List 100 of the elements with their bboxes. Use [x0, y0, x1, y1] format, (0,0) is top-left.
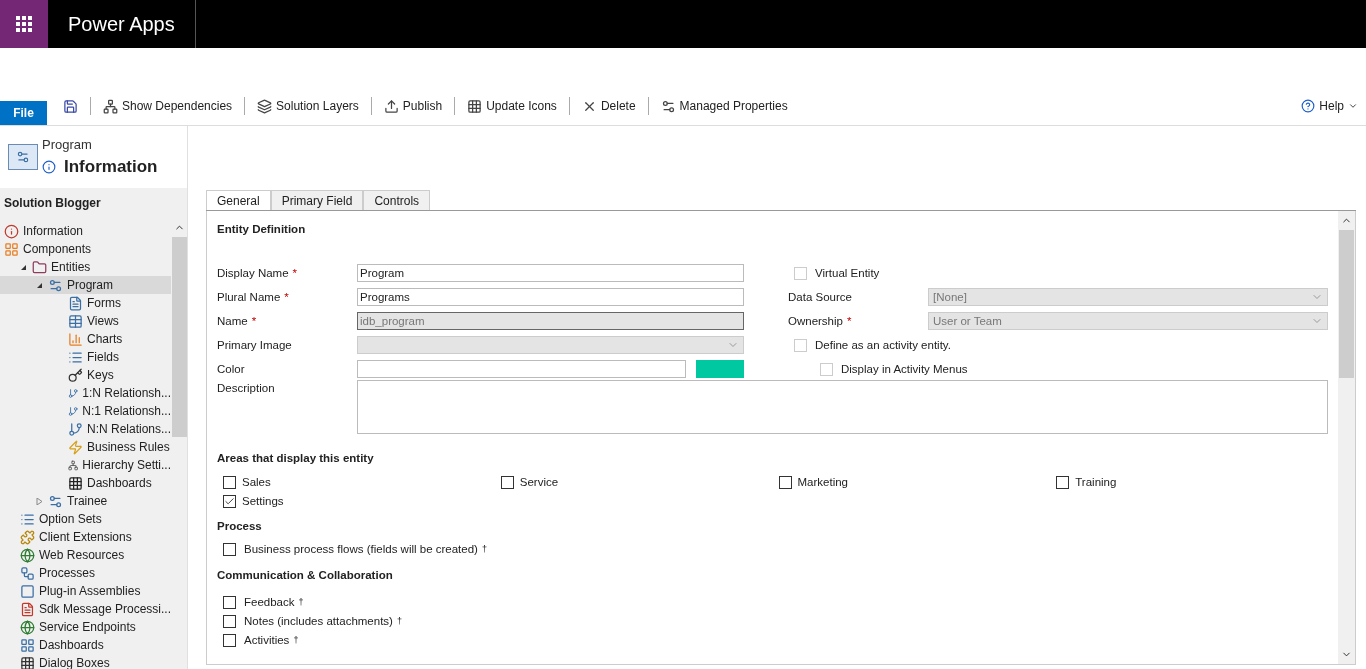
tree-item-icon — [68, 313, 83, 329]
tree-item[interactable]: Keys — [0, 366, 171, 384]
help-button[interactable]: Help — [1301, 90, 1358, 122]
checkbox[interactable] — [223, 615, 236, 629]
tab[interactable]: Primary Field — [270, 190, 364, 210]
checkbox[interactable] — [778, 475, 792, 489]
tree-item[interactable]: Fields — [0, 348, 171, 366]
tree-item-icon — [20, 583, 35, 599]
tree-item[interactable]: Dashboards — [0, 474, 171, 492]
checkbox[interactable] — [223, 475, 236, 489]
diagram-icon — [103, 98, 118, 114]
tree-item[interactable]: Components — [0, 240, 171, 258]
expanded-caret-icon[interactable] — [20, 263, 28, 271]
checkbox[interactable] — [223, 494, 236, 508]
color-field[interactable] — [357, 360, 686, 379]
tree-item[interactable]: Service Endpoints — [0, 618, 171, 636]
tree-item-icon — [68, 475, 83, 491]
tree-item-icon — [4, 241, 19, 257]
color-swatch[interactable] — [696, 360, 744, 379]
caret-icon — [1348, 101, 1358, 111]
solution-name: Solution Blogger — [3, 195, 102, 212]
tree-item-icon — [68, 331, 83, 347]
tree-item[interactable]: 1:N Relationsh... — [0, 384, 171, 402]
tab[interactable]: Controls — [363, 190, 431, 210]
checkbox-label: Define as an activity entity. — [815, 337, 951, 353]
tree-item[interactable]: Trainee — [0, 492, 171, 510]
tree-item[interactable]: Hierarchy Setti... — [0, 456, 171, 474]
field-label: Ownership * — [788, 313, 853, 329]
tree-item[interactable]: Views — [0, 312, 171, 330]
app-launcher-button[interactable] — [0, 0, 48, 48]
text-field[interactable]: Programs — [357, 288, 744, 307]
footnote-mark: † — [481, 543, 487, 557]
tree-item-icon — [20, 619, 35, 635]
tree-item-icon — [48, 493, 63, 509]
grid-icon — [467, 98, 483, 114]
tree-item-icon — [20, 547, 35, 563]
field-label: Name * — [217, 313, 258, 329]
text-field[interactable]: Program — [357, 264, 744, 283]
tree-item[interactable]: Plug-in Assemblies — [0, 582, 171, 600]
toolbar-button[interactable]: Managed Properties — [656, 97, 792, 115]
checkbox-label: Business process flows (fields will be created) — [244, 542, 478, 558]
checkbox[interactable] — [500, 475, 514, 489]
tree-item-icon — [68, 367, 83, 383]
tree-item[interactable]: N:1 Relationsh... — [0, 402, 171, 420]
checkbox-label: Settings — [242, 493, 284, 509]
tree-item-icon — [20, 601, 35, 617]
tree-item[interactable]: Option Sets — [0, 510, 171, 528]
tree-item[interactable]: Forms — [0, 294, 171, 312]
field-label: Plural Name * — [217, 289, 290, 305]
section-heading: Process — [217, 519, 263, 534]
footnote-mark: † — [298, 595, 304, 609]
save-icon — [63, 98, 78, 114]
tree-item-icon — [20, 637, 35, 653]
tree-item[interactable]: Client Extensions — [0, 528, 171, 546]
tree-item[interactable]: Processes — [0, 564, 171, 582]
checkbox[interactable] — [223, 595, 236, 609]
tree-item[interactable]: Information — [0, 222, 171, 240]
checkbox-label: Training — [1075, 474, 1117, 490]
checkbox-label: Sales — [242, 474, 271, 490]
tree-item-icon — [68, 349, 83, 365]
checkbox-label: Activities — [244, 633, 290, 649]
checkbox[interactable] — [223, 634, 236, 648]
tree-item[interactable]: Business Rules — [0, 438, 171, 456]
required-mark: * — [846, 314, 852, 327]
expanded-caret-icon[interactable] — [36, 281, 44, 289]
scrollbar[interactable] — [1338, 211, 1355, 664]
tree-item-icon — [48, 277, 63, 293]
toolbar-button[interactable]: Delete — [577, 97, 640, 115]
field-label: Color — [217, 361, 246, 377]
waffle-icon — [16, 16, 32, 32]
tree-item-icon — [68, 295, 83, 311]
required-mark: * — [292, 266, 298, 279]
collapsed-caret-icon[interactable] — [36, 497, 44, 505]
upload-icon — [383, 98, 399, 114]
tree-item[interactable]: Entities — [0, 258, 171, 276]
toolbar-button[interactable]: Publish — [379, 97, 447, 115]
tree-item-icon — [20, 511, 35, 527]
toolbar-button[interactable]: Update Icons — [463, 97, 561, 115]
tree-item[interactable]: Charts — [0, 330, 171, 348]
tab[interactable]: General — [206, 190, 271, 210]
field-label: Display Name * — [217, 265, 299, 281]
scroll-thumb[interactable] — [1339, 230, 1354, 378]
checkbox-label: Virtual Entity — [815, 265, 880, 281]
checkbox[interactable] — [223, 543, 236, 557]
tree-item[interactable]: Dialog Boxes — [0, 654, 171, 669]
tree-item[interactable]: Program — [0, 276, 171, 294]
section-heading: Entity Definition — [217, 222, 307, 237]
tree-item[interactable]: Sdk Message Processi... — [0, 600, 171, 618]
scroll-thumb[interactable] — [171, 237, 187, 437]
tree-item[interactable]: Dashboards — [0, 636, 171, 654]
toolbar-button[interactable]: Show Dependencies — [99, 97, 237, 115]
file-button[interactable]: File — [0, 101, 47, 125]
toolbar-button[interactable]: Solution Layers — [253, 97, 363, 115]
tree-item[interactable]: N:N Relations... — [0, 420, 171, 438]
tree-item[interactable]: Web Resources — [0, 546, 171, 564]
page-title: Information — [64, 156, 158, 178]
required-mark: * — [251, 314, 257, 327]
checkbox-label: Marketing — [797, 474, 848, 490]
checkbox[interactable] — [1056, 475, 1070, 489]
description-field[interactable] — [357, 380, 1328, 435]
